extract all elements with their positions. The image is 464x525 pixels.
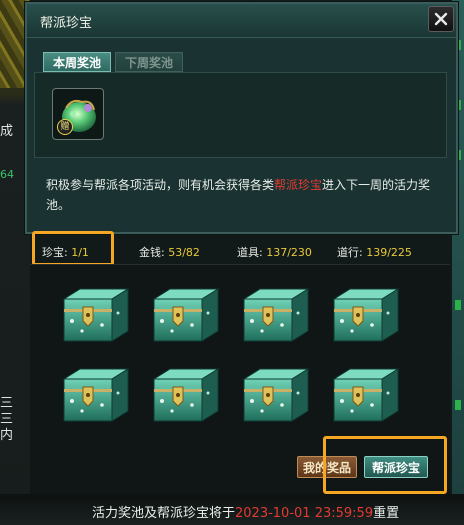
treasure-chest-icon[interactable] [328, 365, 402, 425]
treasure-chest-icon[interactable] [238, 365, 312, 425]
background-text-fragment: 64 [0, 168, 14, 181]
treasure-chest-icon[interactable] [148, 285, 222, 345]
tab-this-week-pool[interactable]: 本周奖池 [43, 52, 111, 72]
highlight-box-guild-treasure-button [323, 436, 447, 494]
treasure-chest-icon[interactable] [238, 285, 312, 345]
treasure-chest-icon[interactable] [58, 365, 132, 425]
stat-items: 道具: 137/230 [237, 246, 312, 259]
guild-treasure-popup: 帮派珍宝 本周奖池 下周奖池 赠 积极参与帮派各项活动，则有机会获得各类帮派珍宝… [25, 2, 458, 234]
treasure-chest-icon[interactable] [58, 285, 132, 345]
background-text-fragment: 内 [0, 428, 14, 443]
prize-pool-panel: 赠 [34, 72, 447, 158]
close-button[interactable] [428, 6, 454, 32]
close-icon [434, 12, 448, 26]
popup-description: 积极参与帮派各项活动，则有机会获得各类帮派珍宝进入下一周的活力奖池。 [46, 178, 431, 212]
reset-datetime: 2023-10-01 23:59:59 [235, 506, 374, 521]
reset-notice: 活力奖池及帮派珍宝将于2023-10-01 23:59:59重置 [92, 506, 400, 521]
treasure-chest-icon[interactable] [328, 285, 402, 345]
popup-title-bar: 帮派珍宝 [27, 4, 456, 38]
stat-daoxing: 道行: 139/225 [337, 246, 412, 259]
treasure-chest-icon[interactable] [148, 365, 222, 425]
prize-item-slot[interactable]: 赠 [52, 88, 104, 140]
description-highlight: 帮派珍宝 [274, 178, 323, 192]
popup-title: 帮派珍宝 [40, 16, 93, 31]
background-text-fragment: 成 [0, 124, 14, 139]
stat-money: 金钱: 53/82 [139, 246, 200, 259]
tab-next-week-pool[interactable]: 下周奖池 [115, 52, 183, 72]
gift-badge: 赠 [57, 119, 73, 135]
highlight-box-treasure-count [32, 231, 114, 266]
